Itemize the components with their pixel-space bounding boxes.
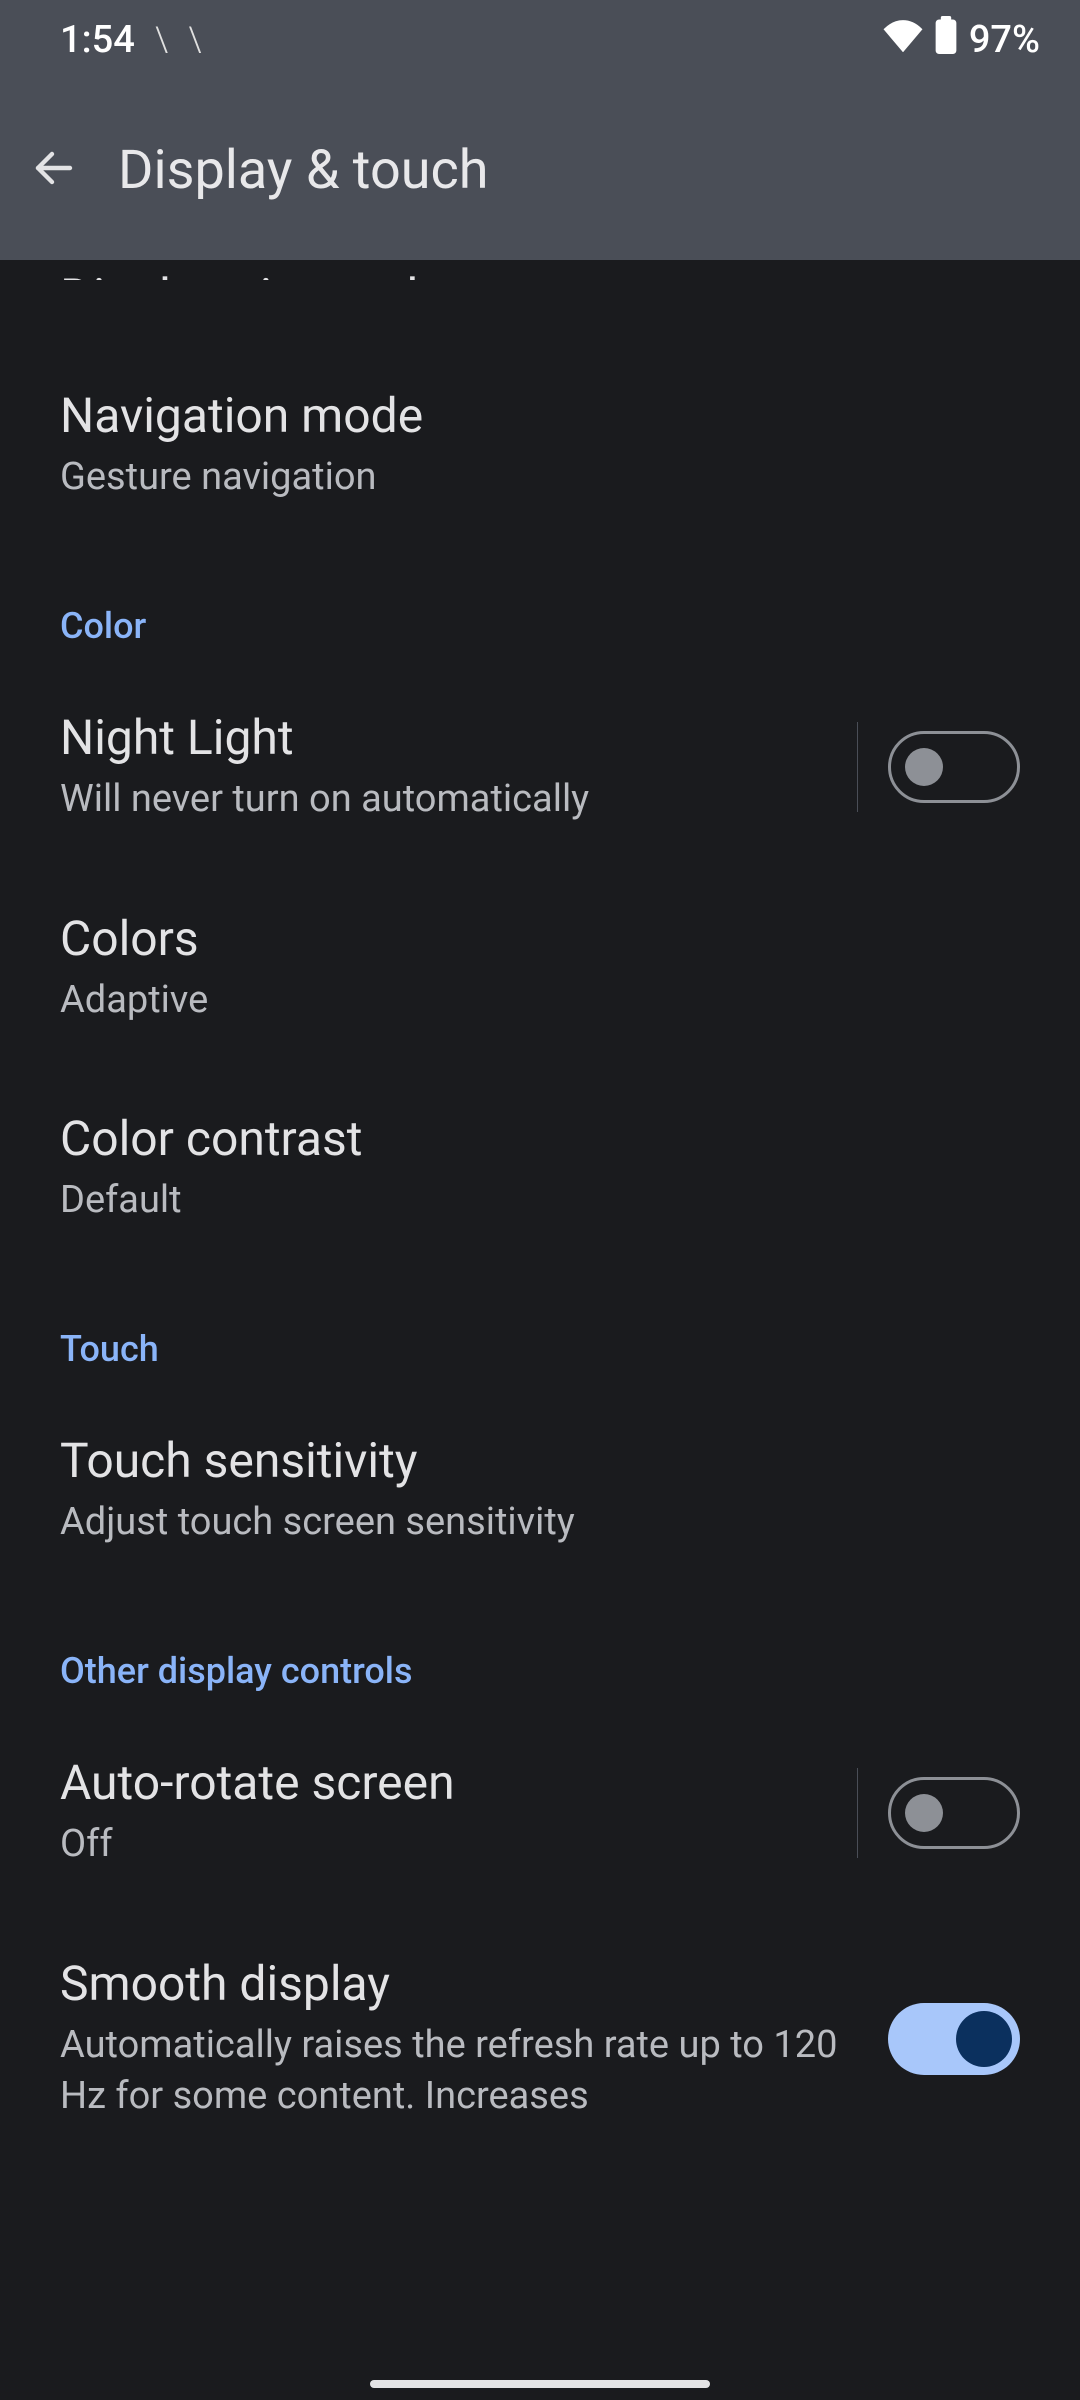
setting-title: Colors	[60, 910, 1020, 967]
setting-subtitle: Will never turn on automatically	[60, 774, 837, 825]
setting-subtitle: Adaptive	[60, 975, 1020, 1026]
setting-display-size-partial[interactable]: Display size and text	[0, 260, 1080, 280]
status-left: 1:54 \ \	[60, 18, 202, 62]
toggle-knob	[956, 2011, 1012, 2067]
toggle-knob	[905, 1794, 943, 1832]
gesture-nav-handle[interactable]	[370, 2380, 710, 2388]
battery-percentage: 97%	[969, 18, 1040, 62]
section-header-touch: Touch	[0, 1268, 1080, 1390]
setting-title: Navigation mode	[60, 387, 1020, 444]
setting-color-contrast[interactable]: Color contrast Default	[0, 1068, 1080, 1268]
setting-title: Touch sensitivity	[60, 1432, 1020, 1489]
status-time: 1:54	[60, 18, 135, 62]
divider	[857, 1768, 859, 1858]
night-light-toggle[interactable]	[888, 731, 1020, 803]
setting-smooth-display[interactable]: Smooth display Automatically raises the …	[0, 1913, 1080, 2165]
setting-navigation-mode[interactable]: Navigation mode Gesture navigation	[0, 345, 1080, 545]
setting-subtitle: Gesture navigation	[60, 452, 1020, 503]
status-indicator-icon: \	[155, 20, 168, 60]
setting-colors[interactable]: Colors Adaptive	[0, 868, 1080, 1068]
setting-subtitle: Adjust touch screen sensitivity	[60, 1497, 1020, 1548]
status-bar: 1:54 \ \ 97%	[0, 0, 1080, 80]
setting-subtitle: Automatically raises the refresh rate up…	[60, 2020, 840, 2123]
toggle-knob	[905, 748, 943, 786]
setting-subtitle: Default	[60, 1175, 1020, 1226]
back-icon[interactable]	[30, 144, 78, 196]
setting-title: Smooth display	[60, 1955, 840, 2012]
setting-night-light[interactable]: Night Light Will never turn on automatic…	[0, 667, 1080, 867]
setting-title: Color contrast	[60, 1110, 1020, 1167]
setting-subtitle: Off	[60, 1819, 837, 1870]
wifi-icon	[883, 18, 923, 62]
divider	[857, 722, 859, 812]
page-title: Display & touch	[118, 139, 489, 202]
status-right: 97%	[883, 16, 1040, 64]
section-header-color: Color	[0, 545, 1080, 667]
setting-auto-rotate[interactable]: Auto-rotate screen Off	[0, 1712, 1080, 1912]
status-indicator-icon: \	[188, 20, 201, 60]
app-header: Display & touch	[0, 80, 1080, 260]
section-header-other: Other display controls	[0, 1590, 1080, 1712]
auto-rotate-toggle[interactable]	[888, 1777, 1020, 1849]
setting-title: Night Light	[60, 709, 837, 766]
setting-title: Auto-rotate screen	[60, 1754, 837, 1811]
setting-touch-sensitivity[interactable]: Touch sensitivity Adjust touch screen se…	[0, 1390, 1080, 1590]
settings-content[interactable]: Display size and text Navigation mode Ge…	[0, 260, 1080, 2400]
battery-icon	[935, 16, 957, 64]
smooth-display-toggle[interactable]	[888, 2003, 1020, 2075]
